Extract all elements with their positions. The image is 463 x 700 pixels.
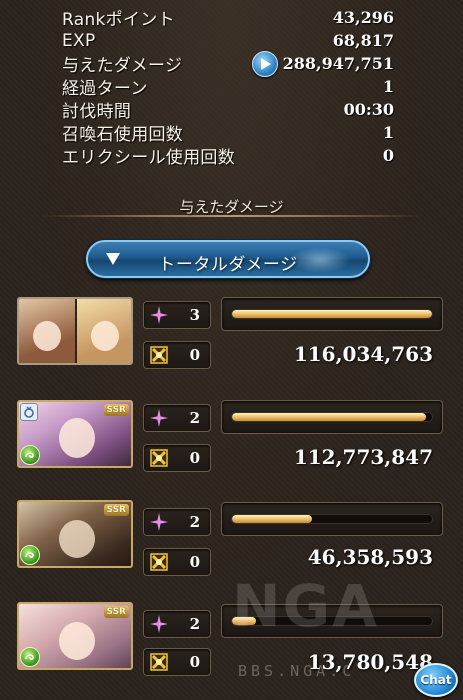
character-damage-row: 3 0 116,034,763 (17, 297, 447, 377)
chat-button[interactable]: Chat (414, 663, 458, 697)
section-header: 与えたダメージ (0, 192, 463, 222)
ougi-count: 0 (143, 341, 211, 369)
chat-button-label: Chat (420, 673, 452, 687)
wind-element-icon (20, 647, 40, 667)
skill-count-value: 2 (189, 513, 200, 531)
stat-row-turns: 経過ターン 1 (62, 75, 394, 99)
ougi-burst-icon (144, 445, 174, 471)
damage-bar-fill (232, 413, 426, 421)
portrait-image (19, 299, 75, 363)
watermark-logo: NGA (232, 572, 380, 640)
play-icon[interactable] (251, 50, 278, 77)
stat-row-battle-time: 討伐時間 00:30 (62, 98, 394, 122)
ougi-burst-icon (144, 342, 174, 368)
stat-label: 討伐時間 (62, 102, 132, 122)
stat-row-exp: EXP 68,817 (62, 29, 394, 52)
ougi-count-value: 0 (189, 553, 200, 571)
ougi-count-value: 0 (189, 346, 200, 364)
portrait-image (59, 418, 95, 458)
stat-value: 0 (382, 146, 394, 165)
character-portrait[interactable] (17, 297, 133, 365)
stat-value: 68,817 (332, 31, 394, 50)
sparkle-star-icon (144, 405, 174, 431)
battle-result-stats: Rankポイント 43,296 EXP 68,817 与えたダメージ 288,9… (62, 6, 394, 168)
stat-label: 召喚石使用回数 (62, 125, 184, 145)
damage-bar (221, 502, 443, 536)
stat-row-damage-dealt: 与えたダメージ 288,947,751 (62, 50, 394, 77)
skill-count: 2 (143, 508, 211, 536)
stat-value-group: 288,947,751 (251, 50, 394, 77)
character-portrait[interactable]: SSR (17, 500, 133, 568)
ougi-count-value: 0 (189, 653, 200, 671)
skill-count: 3 (143, 301, 211, 329)
ougi-count: 0 (143, 648, 211, 676)
stat-value: 43,296 (332, 8, 394, 27)
stat-label: 経過ターン (62, 79, 148, 99)
skill-count-value: 2 (189, 409, 200, 427)
wind-element-icon (20, 545, 40, 565)
stat-row-rank-points: Rankポイント 43,296 (62, 6, 394, 30)
stat-label: 与えたダメージ (62, 56, 183, 76)
dropdown-label: トータルダメージ (158, 255, 298, 275)
portrait-image (59, 520, 95, 558)
sparkle-star-icon (144, 302, 174, 328)
stat-value: 00:30 (343, 100, 394, 119)
damage-bar-track (231, 514, 433, 524)
section-title: 与えたダメージ (179, 198, 284, 216)
skill-count: 2 (143, 610, 211, 638)
damage-type-dropdown[interactable]: トータルダメージ (86, 240, 370, 278)
damage-bar-track (231, 309, 433, 319)
portrait-image (59, 622, 95, 660)
damage-value: 112,773,847 (293, 445, 433, 469)
damage-bar-fill (232, 515, 312, 523)
damage-bar (221, 297, 443, 331)
stat-value: 1 (382, 77, 394, 96)
damage-bar-fill (232, 310, 432, 318)
rarity-badge: SSR (103, 606, 129, 618)
skill-count-value: 2 (189, 615, 200, 633)
ougi-count: 0 (143, 548, 211, 576)
skill-count: 2 (143, 404, 211, 432)
stat-label: エリクシール使用回数 (62, 148, 235, 168)
sparkle-star-icon (144, 611, 174, 637)
rarity-badge: SSR (103, 504, 129, 516)
rarity-badge: SSR (103, 404, 129, 416)
stat-value: 1 (382, 123, 394, 142)
watermark-url: BBS.NGA.C (238, 662, 356, 680)
ougi-count-value: 0 (189, 449, 200, 467)
ougi-burst-icon (144, 649, 174, 675)
skill-count-value: 3 (189, 306, 200, 324)
ougi-burst-icon (144, 549, 174, 575)
stat-label: Rankポイント (62, 10, 175, 30)
stat-row-elixir-uses: エリクシール使用回数 0 (62, 144, 394, 168)
portrait-image (77, 299, 131, 363)
stat-row-summon-uses: 召喚石使用回数 1 (62, 121, 394, 145)
character-portrait[interactable]: SSR (17, 400, 133, 468)
character-damage-row: SSR 2 0 112,773,847 (17, 400, 447, 480)
damage-bar (221, 400, 443, 434)
stat-value: 288,947,751 (282, 54, 394, 73)
damage-bar-track (231, 412, 433, 422)
sparkle-star-icon (144, 509, 174, 535)
ougi-count: 0 (143, 444, 211, 472)
stat-label: EXP (62, 30, 96, 51)
wind-element-icon (20, 445, 40, 465)
character-portrait[interactable]: SSR (17, 602, 133, 670)
ring-icon (20, 403, 38, 421)
damage-value: 116,034,763 (293, 342, 433, 366)
